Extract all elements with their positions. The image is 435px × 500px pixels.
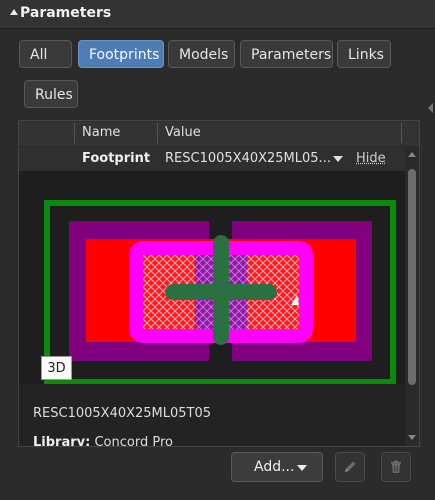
library-line: Library: Concord Pro — [33, 435, 173, 447]
chevron-down-icon — [297, 465, 307, 471]
filter-models-button[interactable]: Models — [168, 40, 235, 68]
row-name: Footprint — [82, 151, 151, 166]
resize-handle-icon[interactable] — [428, 103, 433, 113]
library-label: Library: — [33, 435, 91, 447]
table-row[interactable]: Footprint RESC1005X40X25ML05... Hide — [19, 147, 405, 171]
add-button[interactable]: Add... — [231, 452, 323, 482]
panel-header[interactable]: Parameters — [0, 0, 435, 28]
3d-view-badge[interactable]: 3D — [41, 356, 72, 380]
scroll-down-icon[interactable] — [408, 435, 416, 440]
column-divider[interactable] — [401, 123, 402, 143]
edit-button[interactable] — [335, 452, 365, 482]
header-divider — [0, 28, 435, 29]
filter-all-button[interactable]: All — [19, 40, 72, 68]
footprint-preview: 3D — [19, 171, 405, 385]
filter-footprints-button[interactable]: Footprints — [78, 40, 164, 68]
filter-links-button[interactable]: Links — [337, 40, 391, 68]
footprint-graphic — [44, 200, 396, 385]
column-header-value[interactable]: Value — [165, 125, 201, 140]
column-divider[interactable] — [74, 123, 75, 143]
scrollbar-thumb[interactable] — [408, 169, 416, 385]
hide-link[interactable]: Hide — [356, 151, 386, 166]
panel-footer — [0, 447, 435, 500]
delete-button[interactable] — [381, 452, 411, 482]
column-header-name[interactable]: Name — [82, 125, 120, 140]
add-button-label: Add... — [254, 459, 295, 475]
pencil-icon — [345, 461, 356, 472]
column-divider[interactable] — [157, 123, 158, 143]
vertical-scrollbar[interactable] — [405, 147, 419, 446]
library-name: Concord Pro — [94, 435, 173, 447]
filter-rules-button[interactable]: Rules — [24, 80, 78, 108]
chevron-down-icon[interactable] — [333, 156, 343, 162]
footprint-name: RESC1005X40X25ML05T05 — [33, 406, 212, 421]
filter-parameters-button[interactable]: Parameters — [240, 40, 333, 68]
panel-title: Parameters — [20, 5, 112, 21]
collapse-triangle-icon[interactable] — [10, 9, 18, 15]
scroll-up-icon[interactable] — [408, 152, 416, 157]
parameters-table: Name Value Footprint RESC1005X40X25ML05.… — [18, 120, 420, 447]
table-header: Name Value — [19, 121, 419, 147]
row-value[interactable]: RESC1005X40X25ML05... — [165, 151, 331, 166]
trash-icon — [391, 460, 401, 473]
